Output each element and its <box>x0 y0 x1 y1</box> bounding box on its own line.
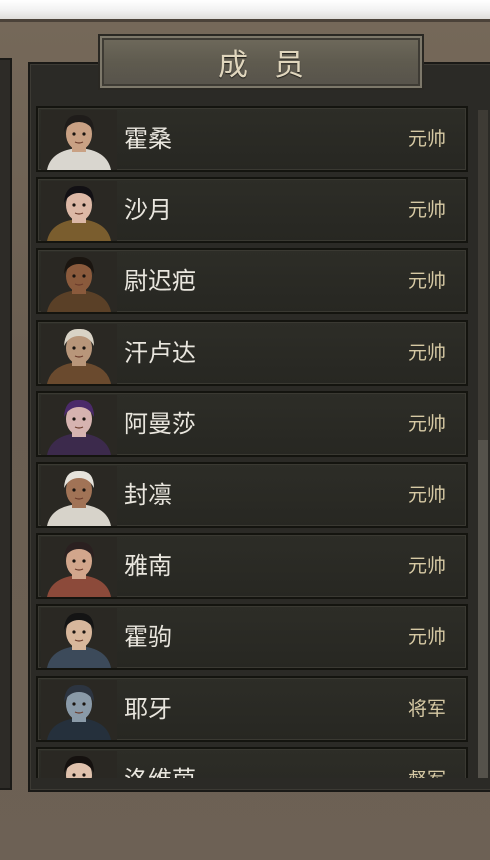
portrait-yanan <box>41 537 117 598</box>
portrait-shayue <box>41 181 117 242</box>
portrait-luoweiyin <box>41 750 117 778</box>
member-rank: 元帅 <box>407 128 446 150</box>
member-rank: 元帅 <box>407 626 446 649</box>
member-rank: 元帅 <box>407 199 446 222</box>
member-rank: 元帅 <box>407 341 446 364</box>
portrait-huoju <box>41 608 117 669</box>
member-rank: 元帅 <box>407 484 446 506</box>
member-name: 霍桑 <box>124 125 172 153</box>
member-row[interactable]: 封凛 元帅 <box>36 462 468 528</box>
member-row[interactable]: 霍驹 元帅 <box>36 604 468 671</box>
member-name: 霍驹 <box>124 623 172 652</box>
portrait-amansha <box>41 394 117 455</box>
member-name: 汗卢达 <box>124 338 196 367</box>
member-rank: 元帅 <box>407 555 446 578</box>
member-name: 耶牙 <box>124 694 172 723</box>
portrait-yuchiba <box>41 252 117 313</box>
member-rank: 督军 <box>408 749 446 778</box>
member-name: 沙月 <box>124 196 172 225</box>
member-name: 雅南 <box>124 552 172 581</box>
member-name: 洛维茵 <box>124 749 196 778</box>
member-row[interactable]: 沙月 元帅 <box>36 177 468 244</box>
portrait-huosang <box>41 110 117 170</box>
member-list[interactable]: 霍桑元帅沙月元帅尉迟疤元帅汗卢达元帅阿曼莎元帅封凛元帅雅南元帅霍驹元帅耶牙将军洛… <box>36 106 472 778</box>
panel-title-plate: 成员 <box>98 34 424 90</box>
member-row[interactable]: 尉迟疤 元帅 <box>36 248 468 315</box>
member-row[interactable]: 洛维茵 督军 <box>36 746 468 778</box>
member-name: 封凛 <box>124 481 172 509</box>
member-name: 阿曼莎 <box>124 409 196 438</box>
member-row[interactable]: 霍桑 元帅 <box>36 106 468 172</box>
member-rank: 将军 <box>407 697 446 720</box>
window-top-strip <box>0 0 490 22</box>
portrait-yeya <box>41 679 117 740</box>
member-row[interactable]: 雅南 元帅 <box>36 533 468 600</box>
scrollbar-thumb[interactable] <box>478 440 488 778</box>
member-row[interactable]: 耶牙 将军 <box>36 675 468 742</box>
portrait-hanluda <box>41 323 117 384</box>
member-rank: 元帅 <box>407 270 446 293</box>
member-row[interactable]: 汗卢达 元帅 <box>36 319 468 386</box>
side-panel-edge <box>0 58 12 790</box>
member-name: 尉迟疤 <box>124 267 196 296</box>
member-rank: 元帅 <box>407 412 446 435</box>
panel-title: 成员 <box>218 48 330 83</box>
member-row[interactable]: 阿曼莎 元帅 <box>36 390 468 457</box>
portrait-fenglin <box>41 466 117 526</box>
